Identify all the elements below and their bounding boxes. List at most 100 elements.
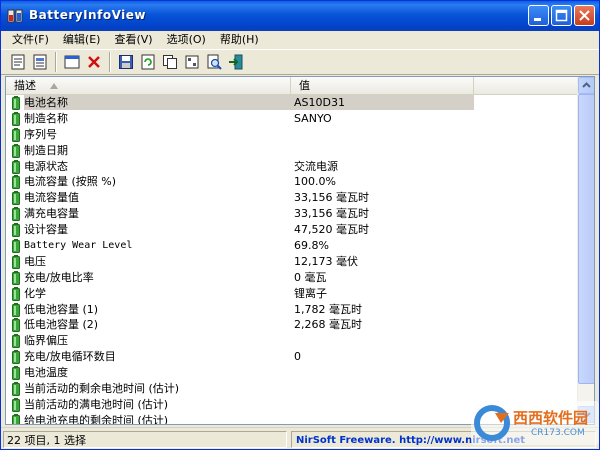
row-value: 47,520 毫瓦时 [294,223,369,237]
exit-button[interactable] [225,51,247,73]
row-description: 当前活动的满电池时间 (估计) [24,397,169,411]
list-row[interactable]: 制造日期 [6,143,578,159]
html-report-button[interactable] [29,51,51,73]
menu-bar: 文件(F) 编辑(E) 查看(V) 选项(O) 帮助(H) [1,31,599,49]
refresh-button[interactable] [137,51,159,73]
minimize-icon [534,18,541,21]
list-row[interactable]: 充电/放电比率 0 毫瓦 [6,270,578,286]
row-value: 12,173 毫伏 [294,254,358,268]
list-row[interactable]: 化学 锂离子 [6,286,578,302]
list-row[interactable]: 制造名称 SANYO [6,111,578,127]
menu-help[interactable]: 帮助(H) [213,31,266,49]
battery-icon [12,191,20,206]
battery-app-icon [7,9,23,23]
battery-icon [12,286,20,301]
battery-info-list[interactable]: 描述 值 电池名称 AS10D31 制造名称 SANYO 序列号制造日期电源状态 交流电源… [5,76,595,425]
copy-button[interactable] [159,51,181,73]
battery-icon [12,397,20,412]
row-value: 100.0% [294,175,336,189]
list-row[interactable]: 电池温度 [6,365,578,381]
list-row[interactable]: 电源状态 交流电源 [6,159,578,175]
battery-icon [12,318,20,333]
copy-icon [163,55,177,69]
close-icon [579,10,590,21]
row-value [291,333,474,348]
battery-icon [12,239,20,254]
column-header-label: 描述 [14,79,36,92]
battery-icon [12,223,20,238]
battery-icon [12,254,20,269]
find-icon [207,54,222,70]
column-header-label: 值 [299,79,310,92]
row-value: 69.8% [294,239,329,253]
row-description: 临界偏压 [24,334,68,348]
row-value: 0 毫瓦 [294,270,327,284]
list-row[interactable]: Battery Wear Level 69.8% [6,238,578,254]
list-row[interactable]: 临界偏压 [6,333,578,349]
battery-icon [12,270,20,285]
properties-button[interactable] [7,51,29,73]
row-description: 充电/放电比率 [24,270,94,284]
row-description: 设计容量 [24,223,68,237]
list-row[interactable]: 当前活动的剩余电池时间 (估计) [6,381,578,397]
close-button[interactable] [574,5,595,26]
sort-ascending-icon [50,83,58,89]
list-header: 描述 值 [6,77,578,95]
row-value: 交流电源 [294,159,338,173]
menu-file[interactable]: 文件(F) [5,31,56,49]
delete-button[interactable] [83,51,105,73]
battery-icon [12,159,20,174]
column-header-description[interactable]: 描述 [6,77,291,95]
battery-icon [12,143,20,158]
list-row[interactable]: 设计容量 47,520 毫瓦时 [6,222,578,238]
watermark-brand: 西西软件园 [513,409,589,427]
scrollbar-thumb[interactable] [578,94,594,384]
list-row[interactable]: 电压 12,173 毫伏 [6,254,578,270]
watermark-logo: 西西软件园 CR173.COM [471,401,599,445]
row-description: 制造日期 [24,143,68,157]
row-description: Battery Wear Level [24,240,133,252]
list-row[interactable]: 充电/放电循环数目 0 [6,349,578,365]
list-row[interactable]: 电池名称 AS10D31 [6,95,578,111]
row-description: 序列号 [24,127,57,141]
title-bar[interactable]: BatteryInfoView [1,1,599,31]
row-value [291,365,474,380]
battery-icon [12,413,20,424]
select-all-icon [64,55,80,69]
menu-edit[interactable]: 编辑(E) [56,31,108,49]
scroll-up-button[interactable] [578,77,594,94]
list-row[interactable]: 电流容量值 33,156 毫瓦时 [6,190,578,206]
properties-icon [11,54,25,70]
list-row[interactable]: 电流容量 (按照 %) 100.0% [6,174,578,190]
row-description: 充电/放电循环数目 [24,350,116,364]
battery-icon [12,175,20,190]
watermark-url: CR173.COM [531,428,585,438]
find-button[interactable] [203,51,225,73]
list-row[interactable]: 低电池容量 (1) 1,782 毫瓦时 [6,302,578,318]
battery-icon [12,382,20,397]
battery-icon [12,96,20,110]
row-description: 低电池容量 (2) [24,318,99,332]
row-value [291,397,474,412]
options-icon [185,55,199,69]
exit-icon [229,54,243,70]
menu-options[interactable]: 选项(O) [160,31,213,49]
minimize-button[interactable] [528,5,549,26]
row-value: AS10D31 [291,95,474,110]
list-row[interactable]: 满充电容量 33,156 毫瓦时 [6,206,578,222]
list-row[interactable]: 序列号 [6,127,578,143]
row-value: 33,156 毫瓦时 [294,207,369,221]
list-row[interactable]: 低电池容量 (2) 2,268 毫瓦时 [6,317,578,333]
options-button[interactable] [181,51,203,73]
vertical-scrollbar[interactable] [577,77,594,424]
menu-view[interactable]: 查看(V) [107,31,159,49]
column-header-value[interactable]: 值 [291,77,474,95]
row-description: 给电池充电的剩余时间 (估计) [24,413,169,425]
select-all-button[interactable] [61,51,83,73]
maximize-button[interactable] [551,5,572,26]
app-window: BatteryInfoView 文件(F) 编辑(E) 查看(V) 选项(O) … [0,0,600,450]
toolbar-separator [109,52,111,72]
row-value [291,143,474,158]
save-button[interactable] [115,51,137,73]
row-value [291,127,474,142]
